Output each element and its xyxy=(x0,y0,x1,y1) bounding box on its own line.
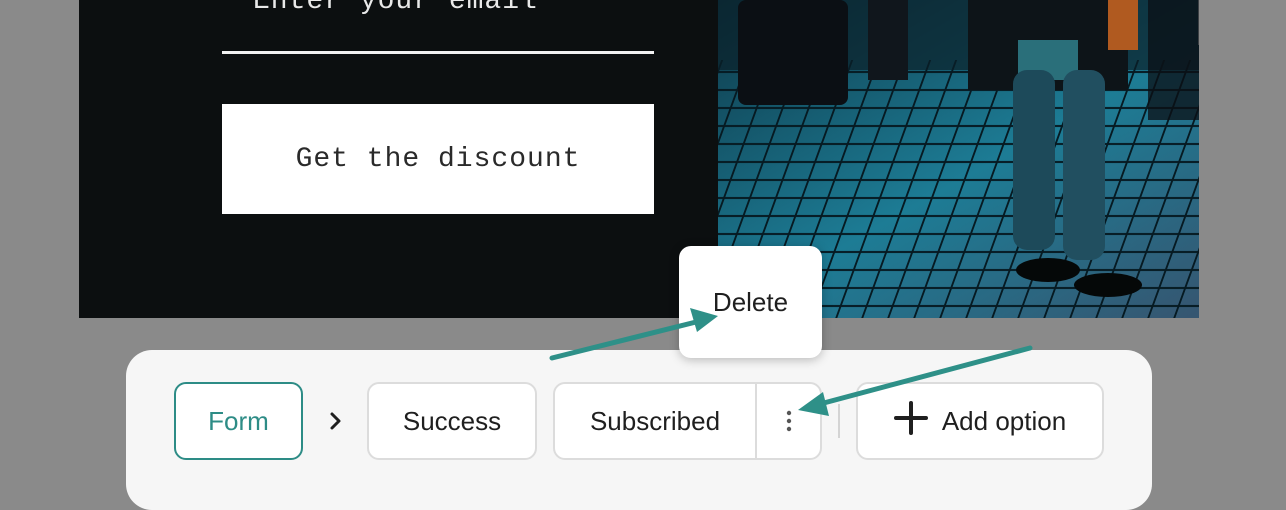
step-form-button[interactable]: Form xyxy=(174,382,303,460)
email-input[interactable]: Enter your email xyxy=(253,0,538,17)
email-underline xyxy=(222,51,654,54)
get-discount-button[interactable]: Get the discount xyxy=(222,104,654,214)
popup-preview: Enter your email Get the discount xyxy=(79,0,1199,318)
step-subscribed-button[interactable]: Subscribed xyxy=(555,384,757,458)
add-option-label: Add option xyxy=(941,405,1067,436)
chevron-right-icon xyxy=(324,407,348,435)
step-success-button[interactable]: Success xyxy=(367,382,537,460)
toolbar-divider xyxy=(838,404,840,438)
plus-icon xyxy=(893,400,928,442)
step-subscribed-group: Subscribed xyxy=(553,382,822,460)
more-vertical-icon[interactable] xyxy=(757,384,820,458)
add-option-button[interactable]: Add option xyxy=(856,382,1104,460)
delete-menu-item[interactable]: Delete xyxy=(679,246,822,358)
